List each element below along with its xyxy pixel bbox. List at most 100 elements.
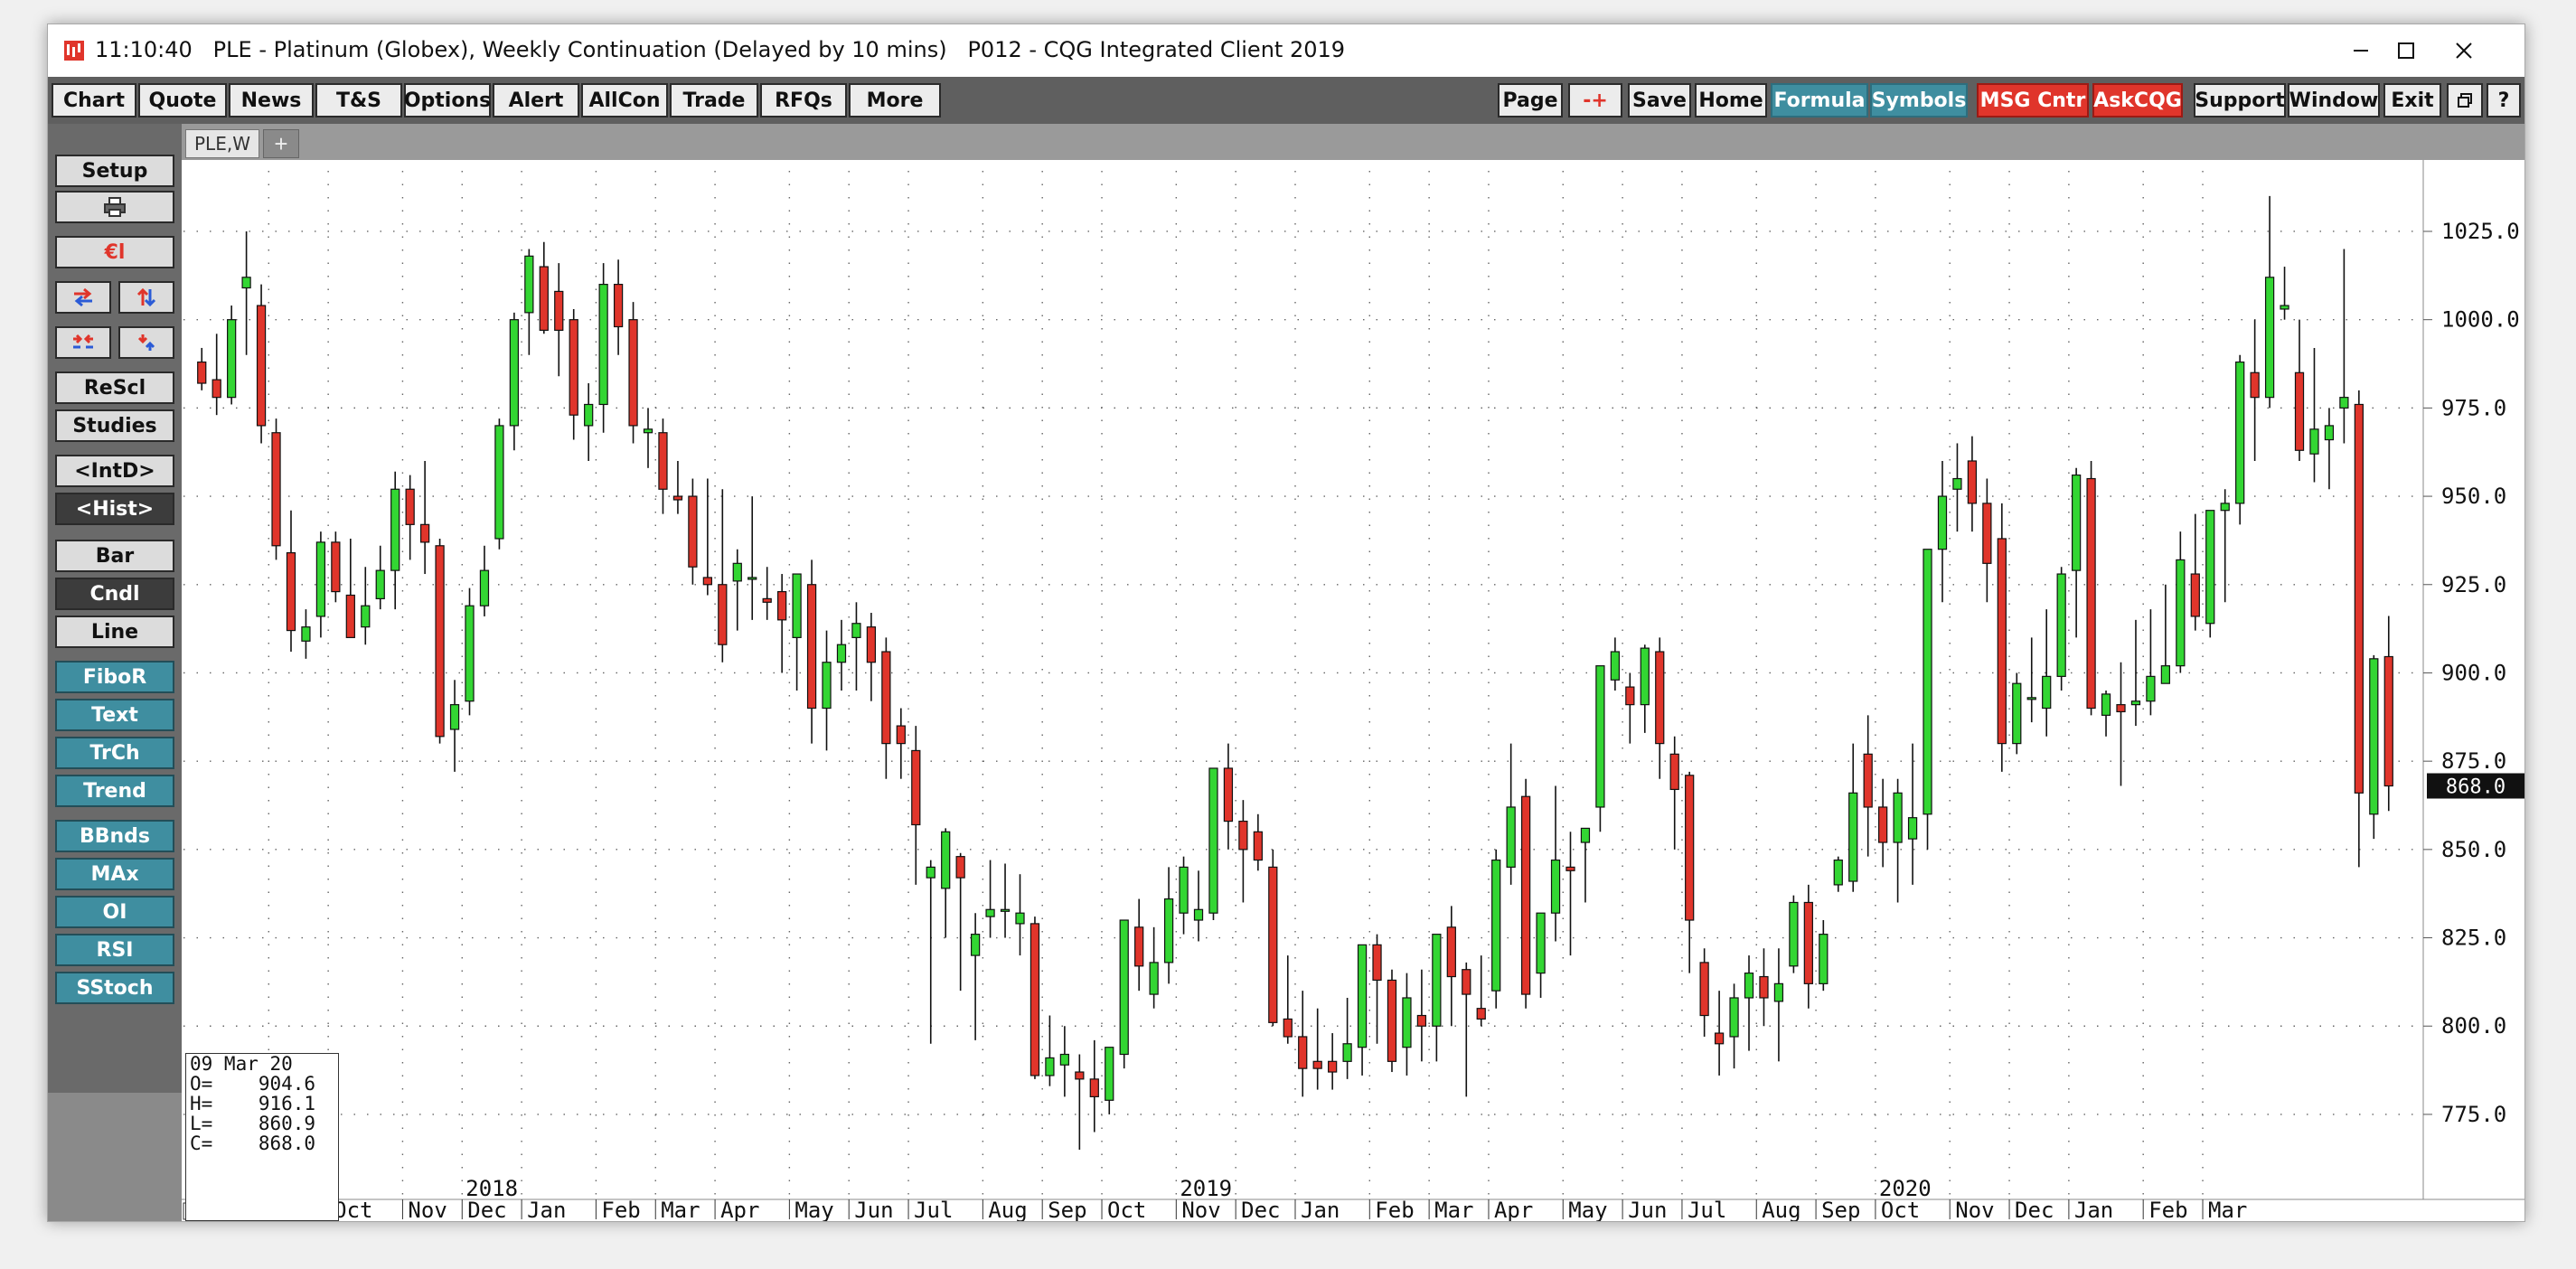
compress-horizontal-button[interactable] bbox=[55, 326, 111, 359]
candle-body-up bbox=[1937, 495, 1948, 550]
setup-button[interactable]: Setup bbox=[55, 155, 174, 187]
ts-button[interactable]: T&S bbox=[315, 83, 402, 118]
candle-body-down bbox=[1803, 901, 1813, 984]
candle-body-up bbox=[390, 488, 400, 571]
line-chart-button[interactable]: Line bbox=[55, 616, 174, 648]
more-button[interactable]: More bbox=[849, 83, 941, 118]
candle-body-down bbox=[613, 284, 624, 328]
trade-button[interactable]: Trade bbox=[670, 83, 758, 118]
page-button[interactable]: Page bbox=[1498, 83, 1563, 118]
candle-chart-button[interactable]: Cndl bbox=[55, 578, 174, 610]
candle-body-down bbox=[1029, 923, 1040, 1076]
candle-body-up bbox=[1491, 859, 1501, 992]
price-tick-label: 925.0 bbox=[2441, 572, 2506, 597]
candle-body-up bbox=[851, 623, 861, 638]
candle-body-up bbox=[241, 277, 251, 289]
intraday-button[interactable]: <IntD> bbox=[55, 455, 174, 487]
news-button[interactable]: News bbox=[229, 83, 314, 118]
candle-body-down bbox=[1298, 1036, 1308, 1069]
restore-button[interactable] bbox=[2447, 83, 2483, 118]
candle-body-up bbox=[1402, 997, 1412, 1048]
candle-body-up bbox=[2264, 277, 2275, 399]
candle-body-up bbox=[2235, 361, 2245, 504]
formula-button[interactable]: Formula bbox=[1771, 83, 1868, 118]
support-button[interactable]: Support bbox=[2194, 83, 2286, 118]
bar-chart-button[interactable]: Bar bbox=[55, 540, 174, 572]
close-button[interactable] bbox=[2423, 24, 2505, 77]
candle-body-down bbox=[1759, 975, 1769, 999]
candle-body-up bbox=[2280, 305, 2289, 310]
historical-button[interactable]: <Hist> bbox=[55, 493, 174, 525]
symbols-button[interactable]: Symbols bbox=[1870, 83, 1968, 118]
help-button[interactable]: ? bbox=[2487, 83, 2521, 118]
text-tool-button[interactable]: Text bbox=[55, 699, 174, 731]
candle-body-up bbox=[1208, 767, 1218, 914]
candle-body-up bbox=[643, 428, 653, 434]
chart-button[interactable]: Chart bbox=[52, 83, 136, 118]
slow-stochastic-button[interactable]: SStoch bbox=[55, 972, 174, 1004]
ohlc-date: 09 Mar 20 bbox=[190, 1053, 293, 1075]
candle-body-down bbox=[688, 495, 698, 568]
candle-body-up bbox=[2026, 697, 2036, 700]
open-interest-button[interactable]: OI bbox=[55, 896, 174, 928]
zoom-button[interactable]: -+ bbox=[1568, 83, 1622, 118]
msg-center-button[interactable]: MSG Cntr bbox=[1977, 83, 2089, 118]
candlestick-chart[interactable]: 775.0 800.0 825.0 850.0 875.0 900.0 925.0 950.0… bbox=[182, 160, 2524, 1221]
rfqs-button[interactable]: RFQs bbox=[760, 83, 847, 118]
ohlc-open: O= 904.6 bbox=[190, 1073, 316, 1095]
swap-vertical-button[interactable] bbox=[118, 281, 174, 314]
candle-body-up bbox=[1640, 647, 1650, 706]
rescale-button[interactable]: ReScl bbox=[55, 371, 174, 404]
candle-body-down bbox=[955, 856, 965, 879]
window-button[interactable]: Window bbox=[2288, 83, 2380, 118]
candle bbox=[1268, 849, 1278, 1027]
candle bbox=[2205, 510, 2215, 638]
alert-button[interactable]: Alert bbox=[493, 83, 579, 118]
rsi-button[interactable]: RSI bbox=[55, 934, 174, 966]
candle bbox=[256, 284, 267, 444]
studies-button[interactable]: Studies bbox=[55, 409, 174, 442]
compress-vertical-button[interactable] bbox=[118, 326, 174, 359]
candle-body-down bbox=[1714, 1032, 1725, 1045]
tab-ple-weekly[interactable]: PLE,W bbox=[185, 129, 259, 158]
bollinger-bands-button[interactable]: BBnds bbox=[55, 820, 174, 852]
euro-currency-button[interactable]: €l bbox=[55, 236, 174, 268]
allcon-button[interactable]: AllCon bbox=[581, 83, 668, 118]
trend-channel-button[interactable]: TrCh bbox=[55, 737, 174, 769]
swap-horizontal-icon bbox=[74, 287, 92, 307]
candle-body-down bbox=[896, 725, 906, 745]
candle-body-down bbox=[2250, 371, 2260, 399]
price-tick-label: 1025.0 bbox=[2441, 219, 2520, 244]
exit-button[interactable]: Exit bbox=[2383, 83, 2441, 118]
save-button[interactable]: Save bbox=[1628, 83, 1691, 118]
candle-body-down bbox=[1655, 651, 1665, 745]
swap-horizontal-button[interactable] bbox=[55, 281, 111, 314]
candle-body-down bbox=[1253, 831, 1263, 861]
candle-body-down bbox=[539, 266, 549, 332]
candle-body-up bbox=[970, 934, 981, 956]
month-label: Apr bbox=[1494, 1198, 1533, 1221]
home-button[interactable]: Home bbox=[1695, 83, 1767, 118]
quote-button[interactable]: Quote bbox=[138, 83, 227, 118]
options-button[interactable]: Options bbox=[404, 83, 491, 118]
candle-body-down bbox=[271, 432, 281, 547]
trendline-button[interactable]: Trend bbox=[55, 775, 174, 807]
price-tick-label: 900.0 bbox=[2441, 660, 2506, 685]
candle-body-up bbox=[1193, 908, 1204, 921]
year-label: 2018 bbox=[465, 1176, 518, 1201]
candle-body-down bbox=[256, 305, 267, 427]
candle-body-down bbox=[2294, 371, 2305, 451]
candle-body-down bbox=[1446, 926, 1456, 978]
ohlc-readout: 09 Mar 20 O= 904.6 H= 916.1 L= 860.9 C= … bbox=[185, 1053, 339, 1221]
moving-average-button[interactable]: MAx bbox=[55, 858, 174, 890]
add-tab-button[interactable]: + bbox=[263, 129, 299, 158]
print-button[interactable] bbox=[55, 191, 174, 223]
price-tick-label: 950.0 bbox=[2441, 484, 2506, 509]
candle-body-down bbox=[2190, 573, 2200, 617]
fibonacci-retracement-button[interactable]: FiboR bbox=[55, 661, 174, 693]
candle-body-up bbox=[792, 573, 802, 638]
candle bbox=[2235, 354, 2245, 525]
askcqg-button[interactable]: AskCQG bbox=[2092, 83, 2183, 118]
month-label: Jul bbox=[914, 1198, 953, 1221]
candle-body-up bbox=[2056, 573, 2066, 677]
